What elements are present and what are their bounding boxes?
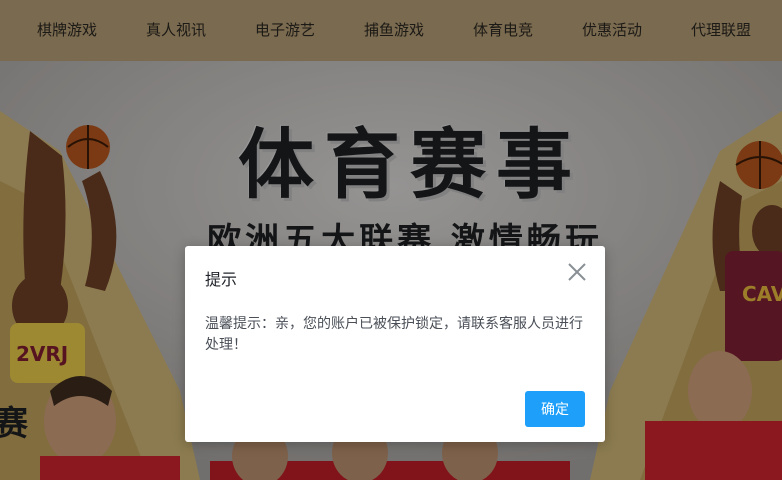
nav-item-sports-esports[interactable]: 体育电竞 — [473, 0, 533, 61]
confirm-button[interactable]: 确定 — [525, 391, 585, 427]
nav-item-fishing[interactable]: 捕鱼游戏 — [364, 0, 424, 61]
lock-alert-dialog: 提示 温馨提示：亲，您的账户已被保护锁定，请联系客服人员进行处理！ 确定 — [185, 246, 605, 442]
close-icon[interactable] — [567, 262, 587, 282]
top-nav: 棋牌游戏 真人视讯 电子游艺 捕鱼游戏 体育电竞 优惠活动 代理联盟 — [0, 0, 782, 61]
nav-item-live-video[interactable]: 真人视讯 — [146, 0, 206, 61]
dialog-title: 提示 — [205, 270, 238, 289]
nav-item-promotions[interactable]: 优惠活动 — [582, 0, 642, 61]
nav-item-affiliate[interactable]: 代理联盟 — [691, 0, 751, 61]
nav-item-chess-cards[interactable]: 棋牌游戏 — [37, 0, 97, 61]
nav-item-slots[interactable]: 电子游艺 — [255, 0, 315, 61]
dialog-message: 温馨提示：亲，您的账户已被保护锁定，请联系客服人员进行处理！ — [205, 316, 583, 353]
